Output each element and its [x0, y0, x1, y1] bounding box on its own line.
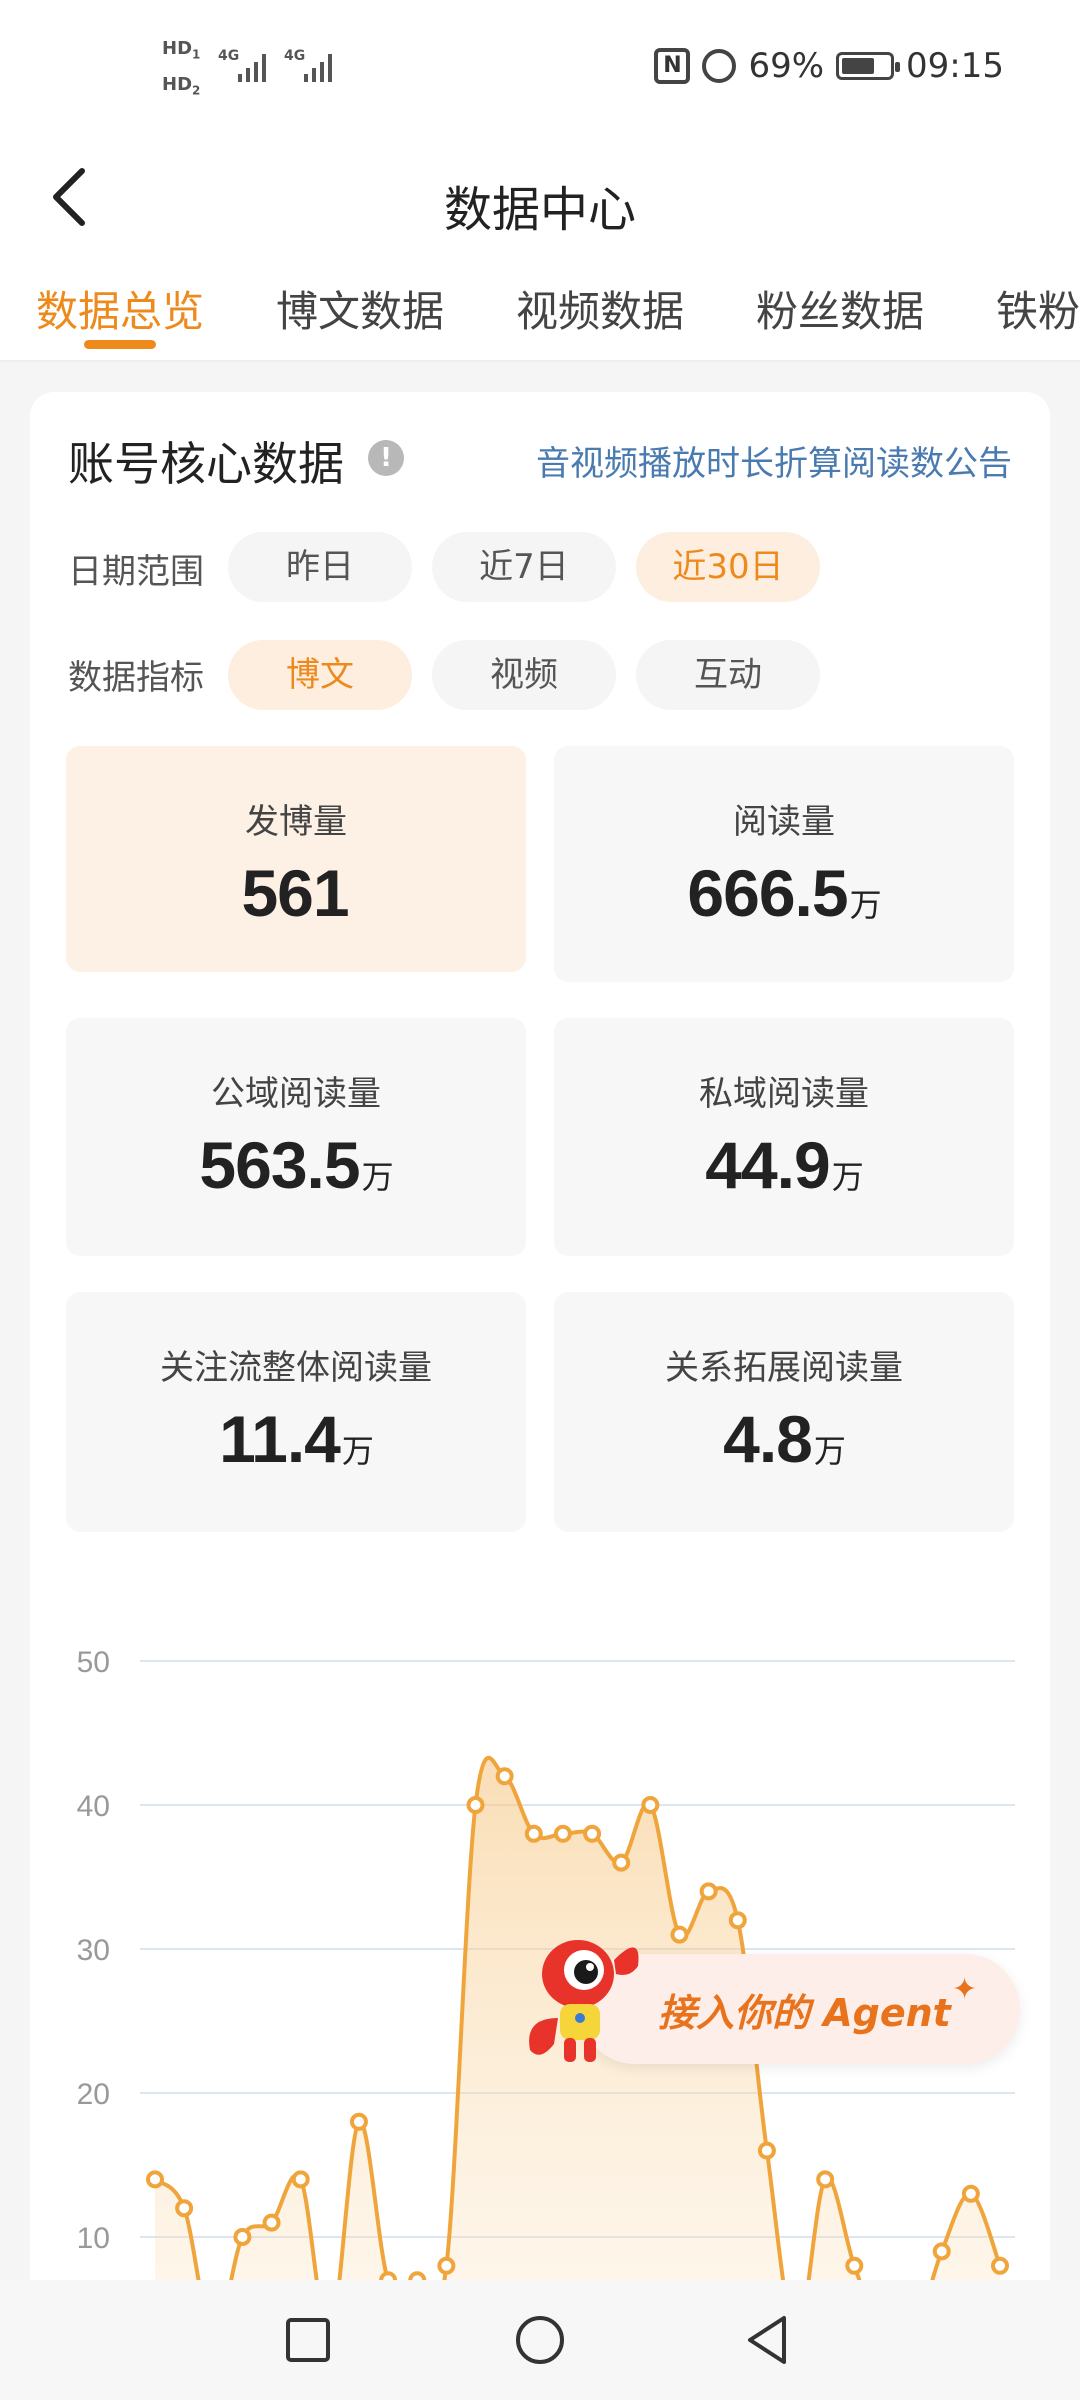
crab-mascot-icon[interactable]	[518, 1926, 658, 2076]
metric-private-read[interactable]: 私域阅读量 44.9万	[554, 1018, 1014, 1256]
hd-badge-1: HD1	[162, 38, 201, 62]
chart-data-point[interactable]	[262, 2213, 281, 2232]
chart-data-point[interactable]	[845, 2256, 864, 2275]
date-option-7days[interactable]: 近7日	[432, 532, 616, 602]
chart-data-point[interactable]	[349, 2112, 368, 2131]
chart-data-point[interactable]	[612, 1853, 631, 1872]
chart-data-point[interactable]	[641, 1796, 660, 1814]
page-title: 数据中心	[443, 182, 636, 238]
chart-data-point[interactable]	[699, 1882, 718, 1901]
metric-type-label: 数据指标	[68, 658, 204, 698]
metric-value: 11.4万	[219, 1402, 374, 1476]
chart-data-point[interactable]	[816, 2170, 835, 2189]
metric-label: 关系拓展阅读量	[665, 1348, 903, 1388]
metric-label: 公域阅读量	[211, 1074, 381, 1114]
chart-data-point[interactable]	[991, 2256, 1009, 2275]
triangle-back-icon[interactable]	[736, 2308, 800, 2372]
chart-data-point[interactable]	[233, 2228, 252, 2246]
agent-banner-label: 接入你的 Agent	[658, 1991, 951, 2035]
chart-data-point[interactable]	[553, 1824, 572, 1843]
metric-label: 私域阅读量	[699, 1074, 869, 1114]
metric-value: 44.9万	[705, 1128, 863, 1202]
sparkle-icon: ✦	[952, 1972, 978, 2007]
notice-link[interactable]: 音视频播放时长折算阅读数公告	[536, 436, 1012, 485]
chart-data-point[interactable]	[437, 2256, 456, 2275]
core-data-card: 账号核心数据 ! 音视频播放时长折算阅读数公告 日期范围 昨日 近7日 近30日…	[30, 392, 1050, 2400]
metric-option-video[interactable]: 视频	[432, 640, 616, 710]
metric-option-post[interactable]: 博文	[228, 640, 412, 710]
chart-data-point[interactable]	[670, 1925, 689, 1944]
nfc-icon: N	[654, 48, 691, 84]
alarm-icon	[702, 49, 737, 83]
status-bar: HD1 HD2 4G 4G N 69% 09:15	[0, 0, 1080, 130]
metric-read-count[interactable]: 阅读量 666.5万	[554, 746, 1014, 982]
tab-fans-data[interactable]: 粉丝数据	[756, 278, 924, 339]
metric-relation-read[interactable]: 关系拓展阅读量 4.8万	[554, 1292, 1014, 1532]
tab-overview[interactable]: 数据总览	[36, 278, 204, 339]
status-right: N 69% 09:15	[654, 46, 1004, 86]
chart-data-point[interactable]	[961, 2184, 980, 2203]
system-nav-bar	[0, 2280, 1080, 2400]
metric-post-count[interactable]: 发博量 561	[66, 746, 526, 972]
info-icon[interactable]: !	[368, 440, 404, 476]
date-option-yesterday[interactable]: 昨日	[228, 532, 412, 602]
date-option-30days[interactable]: 近30日	[636, 532, 820, 602]
chart-data-point[interactable]	[932, 2242, 951, 2261]
tab-post-data[interactable]: 博文数据	[276, 278, 444, 339]
metric-label: 关注流整体阅读量	[160, 1348, 432, 1388]
signal-icon-1: 4G	[218, 44, 278, 84]
chart-data-point[interactable]	[495, 1767, 514, 1786]
nav-bar: 数据中心	[0, 130, 1080, 260]
tab-bar: 数据总览 博文数据 视频数据 粉丝数据 铁粉	[0, 260, 1080, 362]
battery-percent: 69%	[748, 46, 825, 86]
chart-data-point[interactable]	[175, 2199, 194, 2218]
metric-label: 发博量	[245, 802, 347, 842]
square-recent-apps-icon[interactable]	[276, 2308, 340, 2372]
metric-public-read[interactable]: 公域阅读量 563.5万	[66, 1018, 526, 1256]
chart-data-point[interactable]	[757, 2141, 776, 2160]
battery-icon	[836, 52, 901, 80]
chart-data-point[interactable]	[291, 2170, 310, 2189]
circle-home-icon[interactable]	[508, 2308, 572, 2372]
card-title: 账号核心数据	[68, 437, 344, 491]
chart-data-point[interactable]	[146, 2170, 164, 2189]
chart-data-point[interactable]	[728, 1911, 747, 1930]
metric-label: 阅读量	[733, 802, 835, 842]
metric-option-interaction[interactable]: 互动	[636, 640, 820, 710]
chart-data-point[interactable]	[466, 1796, 485, 1814]
metric-value: 561	[241, 856, 349, 930]
signal-icon-2: 4G	[284, 44, 344, 84]
date-range-label: 日期范围	[68, 552, 204, 592]
metric-value: 563.5万	[199, 1128, 393, 1202]
metric-value: 4.8万	[723, 1402, 846, 1476]
hd-badge-2: HD2	[162, 74, 201, 98]
clock: 09:15	[906, 46, 1004, 86]
tab-iron-fans[interactable]: 铁粉	[996, 278, 1080, 339]
metric-follow-feed-read[interactable]: 关注流整体阅读量 11.4万	[66, 1292, 526, 1532]
chart-data-point[interactable]	[583, 1824, 602, 1843]
tab-video-data[interactable]: 视频数据	[516, 278, 684, 339]
chart-data-point[interactable]	[524, 1824, 543, 1843]
tab-indicator	[84, 340, 156, 349]
metric-value: 666.5万	[687, 856, 881, 930]
